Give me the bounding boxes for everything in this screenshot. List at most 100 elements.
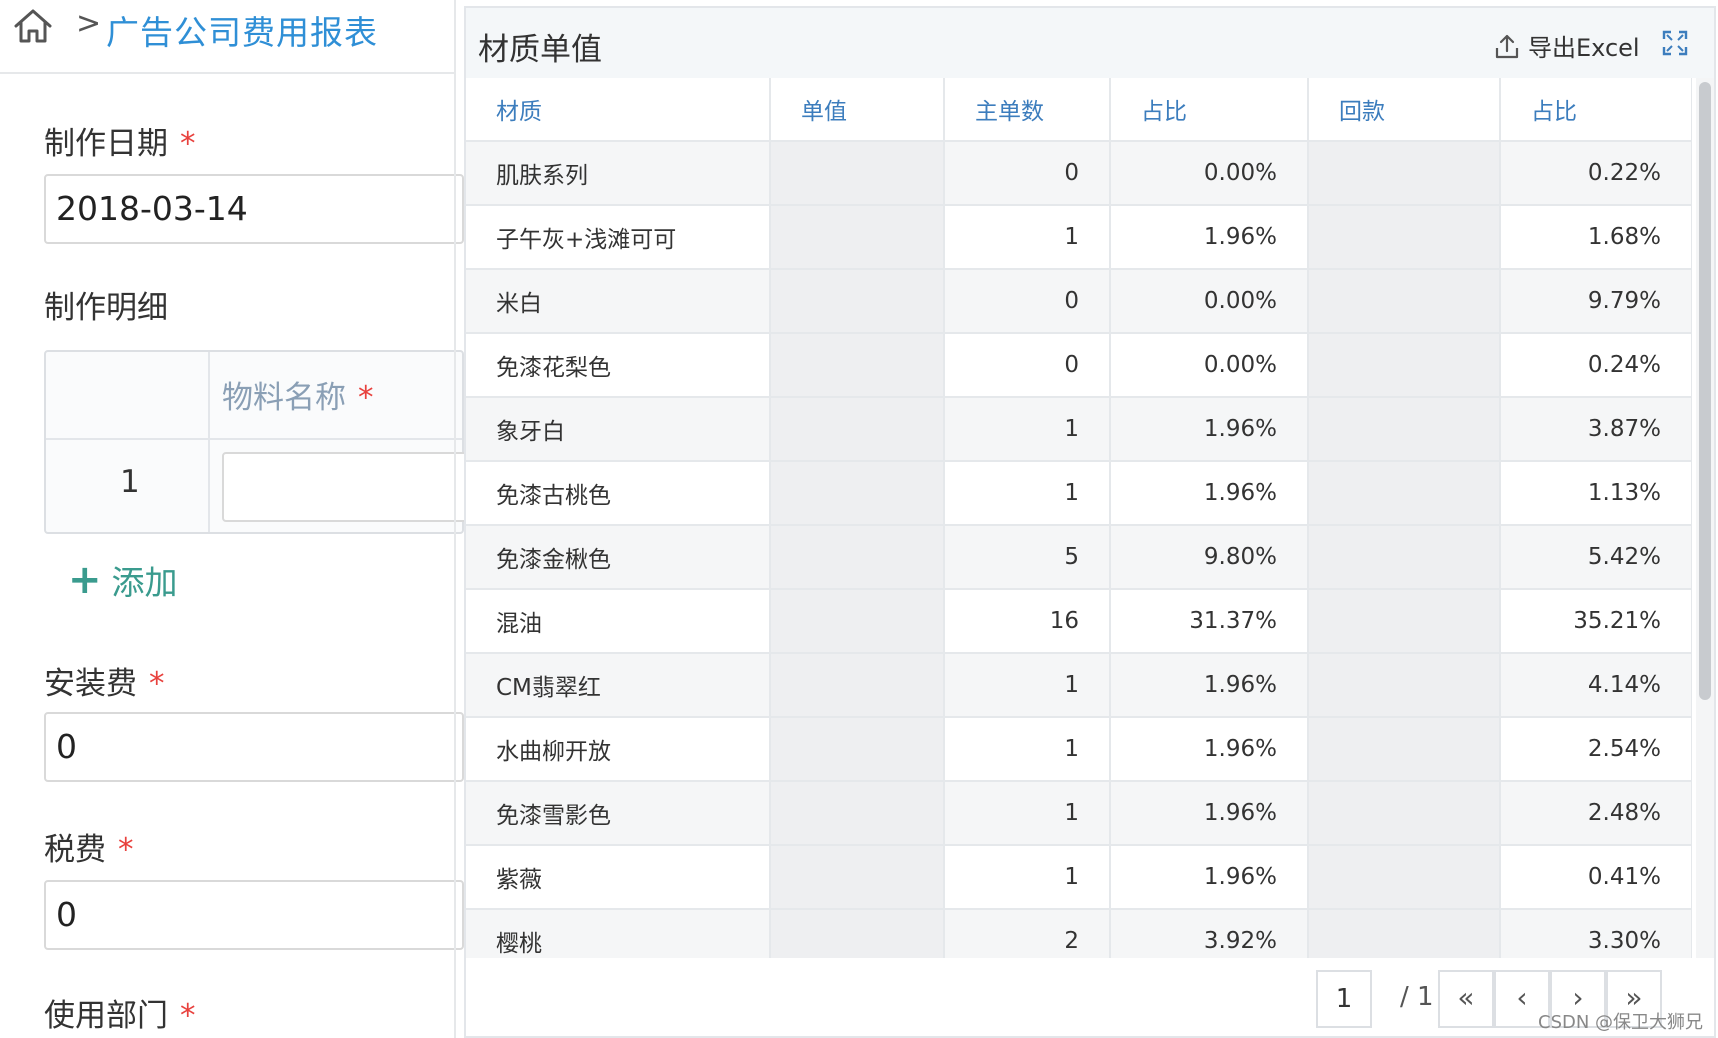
cell-unit-value (770, 205, 945, 270)
table-row[interactable]: 象牙白 1 1.96% 3.87% (466, 397, 1692, 462)
cell-ratio: 1.96% (1110, 397, 1309, 462)
cell-material: 子午灰+浅滩可可 (466, 205, 771, 270)
date-field[interactable]: 2018-03-14 (44, 174, 464, 244)
table-row[interactable]: 水曲柳开放 1 1.96% 2.54% (466, 717, 1692, 782)
col-header-material[interactable]: 材质 (466, 78, 771, 142)
breadcrumb-current-page[interactable]: 广告公司费用报表 (106, 6, 378, 54)
cell-payback-ratio: 1.13% (1500, 461, 1692, 526)
cell-payback (1308, 653, 1501, 718)
cell-payback (1308, 461, 1501, 526)
table-row[interactable]: 混油 16 31.37% 35.21% (466, 589, 1692, 654)
cell-order-count: 0 (944, 333, 1111, 398)
cell-order-count: 1 (944, 845, 1111, 910)
cell-payback-ratio: 0.41% (1500, 845, 1692, 910)
cell-unit-value (770, 589, 945, 654)
required-mark: * (180, 126, 196, 162)
cell-payback-ratio: 4.14% (1500, 653, 1692, 718)
date-label: 制作日期 * (44, 126, 196, 162)
cell-material: 肌肤系列 (466, 141, 771, 206)
table-row[interactable]: 免漆花梨色 0 0.00% 0.24% (466, 333, 1692, 398)
cell-order-count: 1 (944, 461, 1111, 526)
table-header-row: 材质 单值 主单数 占比 回款 占比 (466, 78, 1692, 142)
cell-payback (1308, 397, 1501, 462)
cell-payback-ratio: 35.21% (1500, 589, 1692, 654)
cell-ratio: 1.96% (1110, 205, 1309, 270)
fullscreen-icon[interactable] (1662, 30, 1688, 56)
report-panel: 材质单值 导出Excel 材质 单值 主单数 占比 回款 占比 肌肤系列 0 0… (464, 6, 1716, 1038)
export-label: 导出Excel (1528, 34, 1640, 62)
export-icon (1495, 34, 1519, 58)
cell-payback (1308, 781, 1501, 846)
cell-ratio: 1.96% (1110, 781, 1309, 846)
detail-row-divider (46, 438, 462, 440)
cell-ratio: 0.00% (1110, 141, 1309, 206)
cell-ratio: 9.80% (1110, 525, 1309, 590)
cell-unit-value (770, 397, 945, 462)
cell-order-count: 16 (944, 589, 1111, 654)
col-header-payback[interactable]: 回款 (1308, 78, 1501, 142)
cell-payback-ratio: 9.79% (1500, 269, 1692, 334)
form-panel: > 广告公司费用报表 制作日期 * 2018-03-14 制作明细 物料名称 * 1… (0, 0, 472, 1038)
cell-payback-ratio: 3.87% (1500, 397, 1692, 462)
detail-label: 制作明细 (44, 290, 168, 326)
col-header-order-count[interactable]: 主单数 (944, 78, 1111, 142)
required-mark: * (149, 666, 165, 702)
col-header-payback-ratio[interactable]: 占比 (1500, 78, 1692, 142)
scrollbar-thumb[interactable] (1699, 82, 1711, 700)
table-row[interactable]: 紫薇 1 1.96% 0.41% (466, 845, 1692, 910)
cell-unit-value (770, 269, 945, 334)
cell-payback-ratio: 0.24% (1500, 333, 1692, 398)
cell-order-count: 0 (944, 141, 1111, 206)
cell-ratio: 1.96% (1110, 845, 1309, 910)
report-title: 材质单值 (478, 32, 602, 68)
table-row[interactable]: 子午灰+浅滩可可 1 1.96% 1.68% (466, 205, 1692, 270)
cell-material: 水曲柳开放 (466, 717, 771, 782)
table-row[interactable]: CM翡翠红 1 1.96% 4.14% (466, 653, 1692, 718)
cell-unit-value (770, 653, 945, 718)
breadcrumb-separator: > (76, 6, 102, 41)
cell-ratio: 0.00% (1110, 333, 1309, 398)
table-row[interactable]: 免漆古桃色 1 1.96% 1.13% (466, 461, 1692, 526)
cell-unit-value (770, 717, 945, 782)
table-row[interactable]: 肌肤系列 0 0.00% 0.22% (466, 141, 1692, 206)
home-icon[interactable] (10, 4, 56, 50)
table-row[interactable]: 免漆金楸色 5 9.80% 5.42% (466, 525, 1692, 590)
cell-payback (1308, 909, 1501, 958)
detail-row-index: 1 (120, 464, 140, 500)
cell-unit-value (770, 461, 945, 526)
detail-col-divider (208, 352, 210, 532)
page-number-input[interactable]: 1 (1316, 970, 1372, 1028)
detail-col-header: 物料名称 * (222, 380, 374, 416)
cell-ratio: 1.96% (1110, 461, 1309, 526)
first-page-button[interactable]: « (1438, 970, 1494, 1028)
cell-unit-value (770, 525, 945, 590)
export-excel-button[interactable]: 导出Excel (1494, 28, 1640, 63)
cell-order-count: 0 (944, 269, 1111, 334)
cell-order-count: 5 (944, 525, 1111, 590)
cell-payback-ratio: 2.54% (1500, 717, 1692, 782)
table-row[interactable]: 樱桃 2 3.92% 3.30% (466, 909, 1692, 958)
cell-payback-ratio: 0.22% (1500, 141, 1692, 206)
cell-payback (1308, 845, 1501, 910)
cell-ratio: 1.96% (1110, 653, 1309, 718)
tax-field[interactable]: 0 (44, 880, 464, 950)
cell-ratio: 1.96% (1110, 717, 1309, 782)
install-fee-field[interactable]: 0 (44, 712, 464, 782)
col-header-unit-value[interactable]: 单值 (770, 78, 945, 142)
cell-unit-value (770, 781, 945, 846)
cell-ratio: 0.00% (1110, 269, 1309, 334)
cell-material: 米白 (466, 269, 771, 334)
cell-order-count: 2 (944, 909, 1111, 958)
cell-material: 免漆金楸色 (466, 525, 771, 590)
cell-material: CM翡翠红 (466, 653, 771, 718)
cell-ratio: 3.92% (1110, 909, 1309, 958)
cell-material: 象牙白 (466, 397, 771, 462)
material-name-input[interactable] (222, 452, 472, 522)
table-row[interactable]: 米白 0 0.00% 9.79% (466, 269, 1692, 334)
report-table: 材质 单值 主单数 占比 回款 占比 肌肤系列 0 0.00% 0.22% 子午灰+浅滩… (466, 78, 1692, 958)
add-button[interactable]: + 添加 (68, 556, 178, 604)
col-header-ratio[interactable]: 占比 (1110, 78, 1309, 142)
table-row[interactable]: 免漆雪影色 1 1.96% 2.48% (466, 781, 1692, 846)
cell-material: 樱桃 (466, 909, 771, 958)
cell-payback (1308, 269, 1501, 334)
